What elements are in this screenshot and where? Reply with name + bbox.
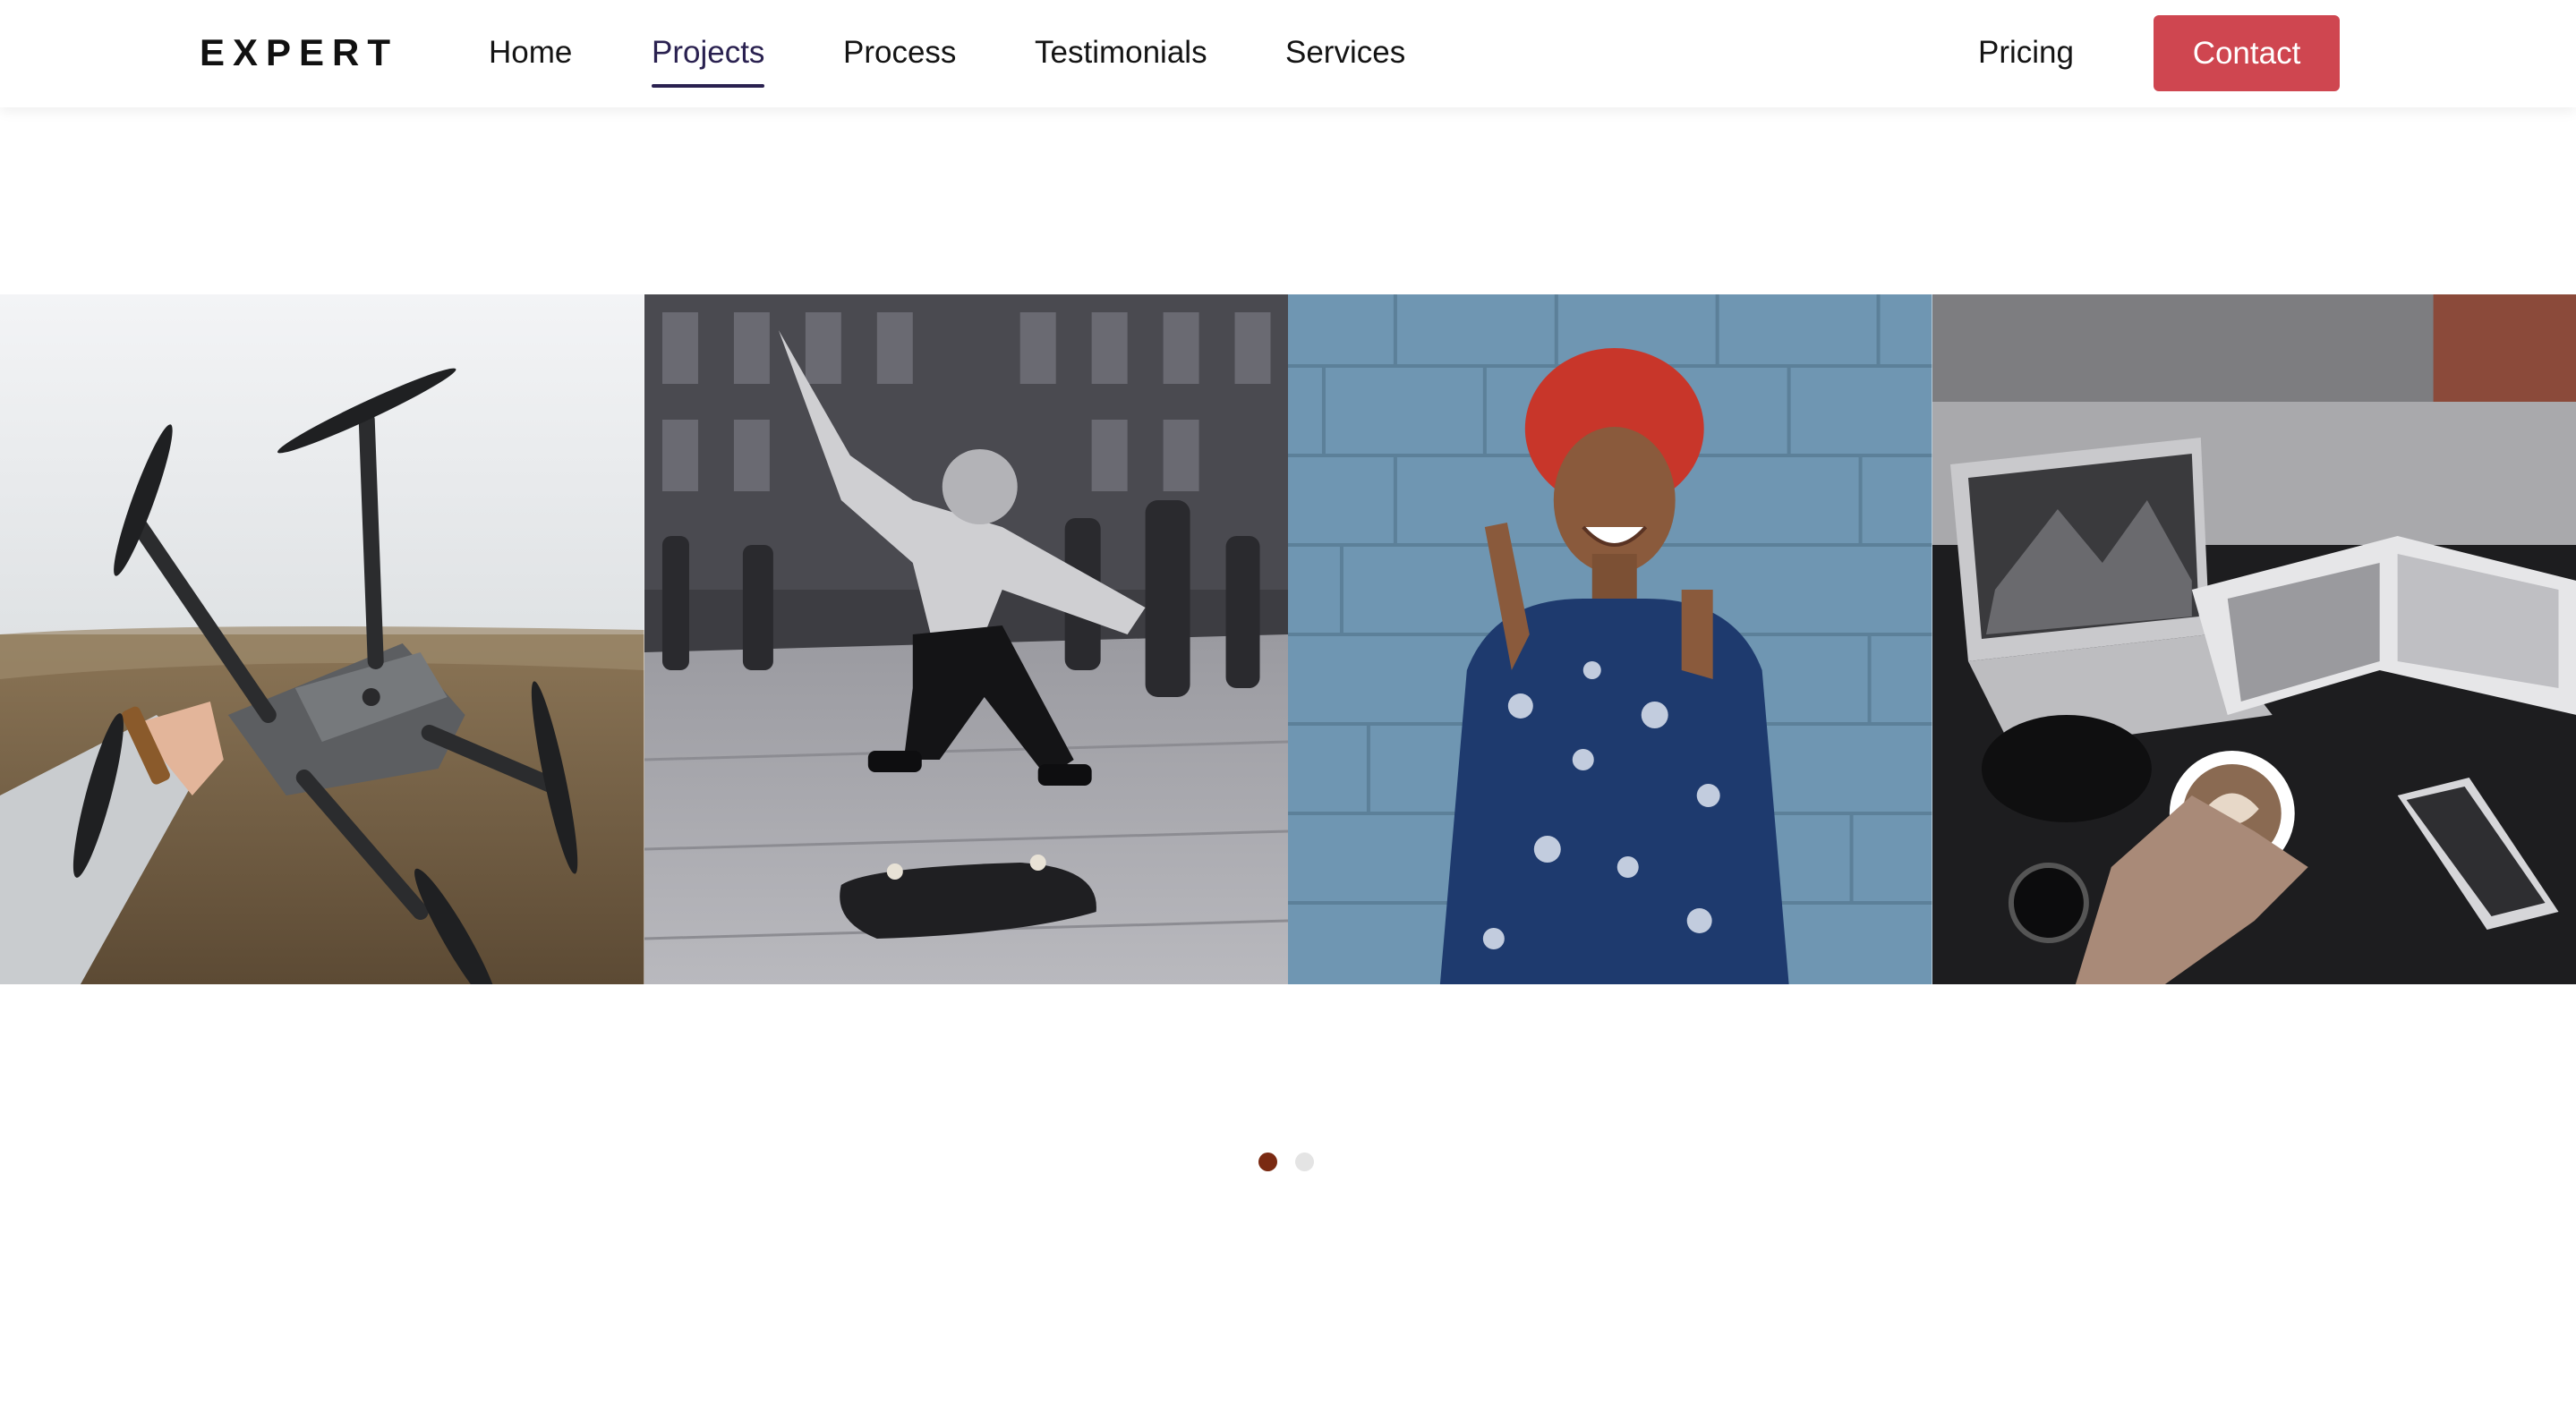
carousel-dot-1[interactable] (1258, 1153, 1277, 1171)
drone-photo[interactable] (0, 294, 644, 984)
nav-link-pricing[interactable]: Pricing (1978, 32, 2074, 73)
active-nav-underline (652, 84, 765, 88)
laptop-coffee-photo[interactable] (1932, 294, 2576, 984)
carousel-pagination (1258, 1153, 1314, 1171)
skateboarder-photo[interactable] (644, 294, 1288, 984)
smiling-woman-photo[interactable] (1288, 294, 1932, 984)
nav-link-testimonials[interactable]: Testimonials (1035, 32, 1207, 73)
nav-link-projects[interactable]: Projects (652, 32, 765, 88)
nav-link-home[interactable]: Home (489, 32, 572, 73)
carousel-dot-2[interactable] (1295, 1153, 1314, 1171)
projects-carousel (0, 294, 2576, 984)
top-navbar: EXPERT Home Projects Process Testimonial… (0, 0, 2576, 107)
nav-link-services[interactable]: Services (1285, 32, 1405, 73)
nav-link-projects-label: Projects (652, 35, 765, 70)
brand-logo[interactable]: EXPERT (200, 30, 398, 75)
nav-link-process[interactable]: Process (843, 32, 956, 73)
contact-button[interactable]: Contact (2154, 15, 2340, 91)
